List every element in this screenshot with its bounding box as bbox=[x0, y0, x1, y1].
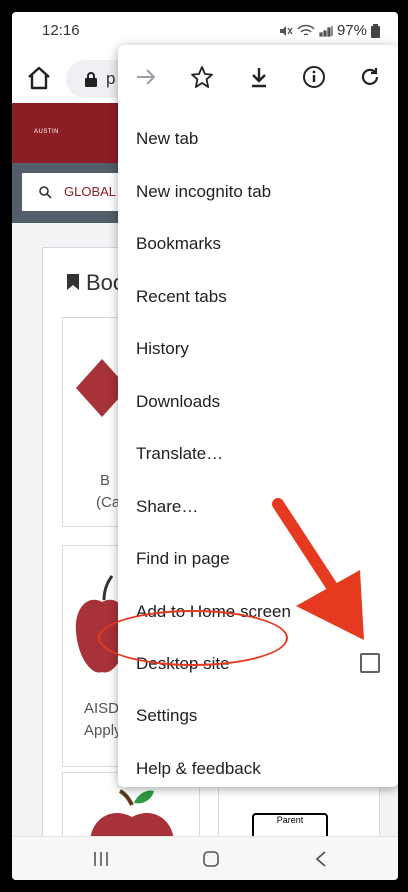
home-icon[interactable] bbox=[26, 65, 52, 91]
phone-screen: 12:16 97% p AUSTIN GLOBAL S Boo B (Ca AI… bbox=[12, 12, 398, 880]
wifi-icon bbox=[297, 24, 315, 36]
menu-item-share[interactable]: Share… bbox=[136, 497, 198, 517]
desktop-site-checkbox[interactable] bbox=[360, 653, 380, 673]
menu-item-new-tab[interactable]: New tab bbox=[136, 129, 198, 149]
system-nav-bar bbox=[12, 836, 398, 880]
bookmark-star-button[interactable] bbox=[188, 63, 216, 91]
menu-item-recent-tabs[interactable]: Recent tabs bbox=[136, 287, 227, 307]
tile-label: AISD bbox=[84, 700, 120, 717]
menu-item-settings[interactable]: Settings bbox=[136, 706, 197, 726]
parent-sign-text: Parent bbox=[276, 815, 304, 825]
home-button-icon[interactable] bbox=[202, 850, 220, 868]
status-icons: 97% bbox=[279, 22, 380, 39]
menu-item-find-in-page[interactable]: Find in page bbox=[136, 549, 230, 569]
info-icon bbox=[303, 66, 325, 88]
annotation-oval bbox=[98, 610, 288, 666]
menu-item-history[interactable]: History bbox=[136, 339, 189, 359]
tile-sublabel: Apply bbox=[84, 722, 122, 739]
menu-toolbar bbox=[118, 45, 398, 111]
battery-percent: 97% bbox=[336, 22, 367, 39]
site-logo: AUSTIN bbox=[34, 129, 60, 135]
reload-button[interactable] bbox=[356, 63, 384, 91]
menu-item-translate[interactable]: Translate… bbox=[136, 444, 223, 464]
status-time: 12:16 bbox=[42, 22, 80, 39]
bookmark-icon bbox=[67, 274, 79, 290]
mute-icon bbox=[279, 25, 293, 36]
url-text: p bbox=[106, 69, 116, 88]
forward-button[interactable] bbox=[132, 63, 160, 91]
tile-sublabel: (Ca bbox=[96, 494, 121, 511]
menu-item-downloads[interactable]: Downloads bbox=[136, 392, 220, 412]
star-icon bbox=[191, 66, 213, 88]
reload-icon bbox=[361, 68, 379, 85]
menu-item-bookmarks[interactable]: Bookmarks bbox=[136, 234, 221, 254]
signal-icon bbox=[319, 25, 333, 37]
download-button[interactable] bbox=[245, 63, 273, 91]
search-icon bbox=[39, 186, 52, 199]
page-info-button[interactable] bbox=[300, 63, 328, 91]
menu-item-new-incognito-tab[interactable]: New incognito tab bbox=[136, 182, 271, 202]
download-icon bbox=[252, 68, 266, 88]
browser-overflow-menu: New tab New incognito tab Bookmarks Rece… bbox=[118, 45, 398, 787]
recents-icon[interactable] bbox=[92, 851, 110, 867]
tile-label: B bbox=[100, 472, 111, 489]
back-icon[interactable] bbox=[314, 850, 328, 868]
menu-item-help-feedback[interactable]: Help & feedback bbox=[136, 759, 261, 779]
forward-icon bbox=[137, 69, 156, 85]
lock-icon bbox=[85, 72, 97, 87]
battery-icon bbox=[371, 23, 380, 38]
